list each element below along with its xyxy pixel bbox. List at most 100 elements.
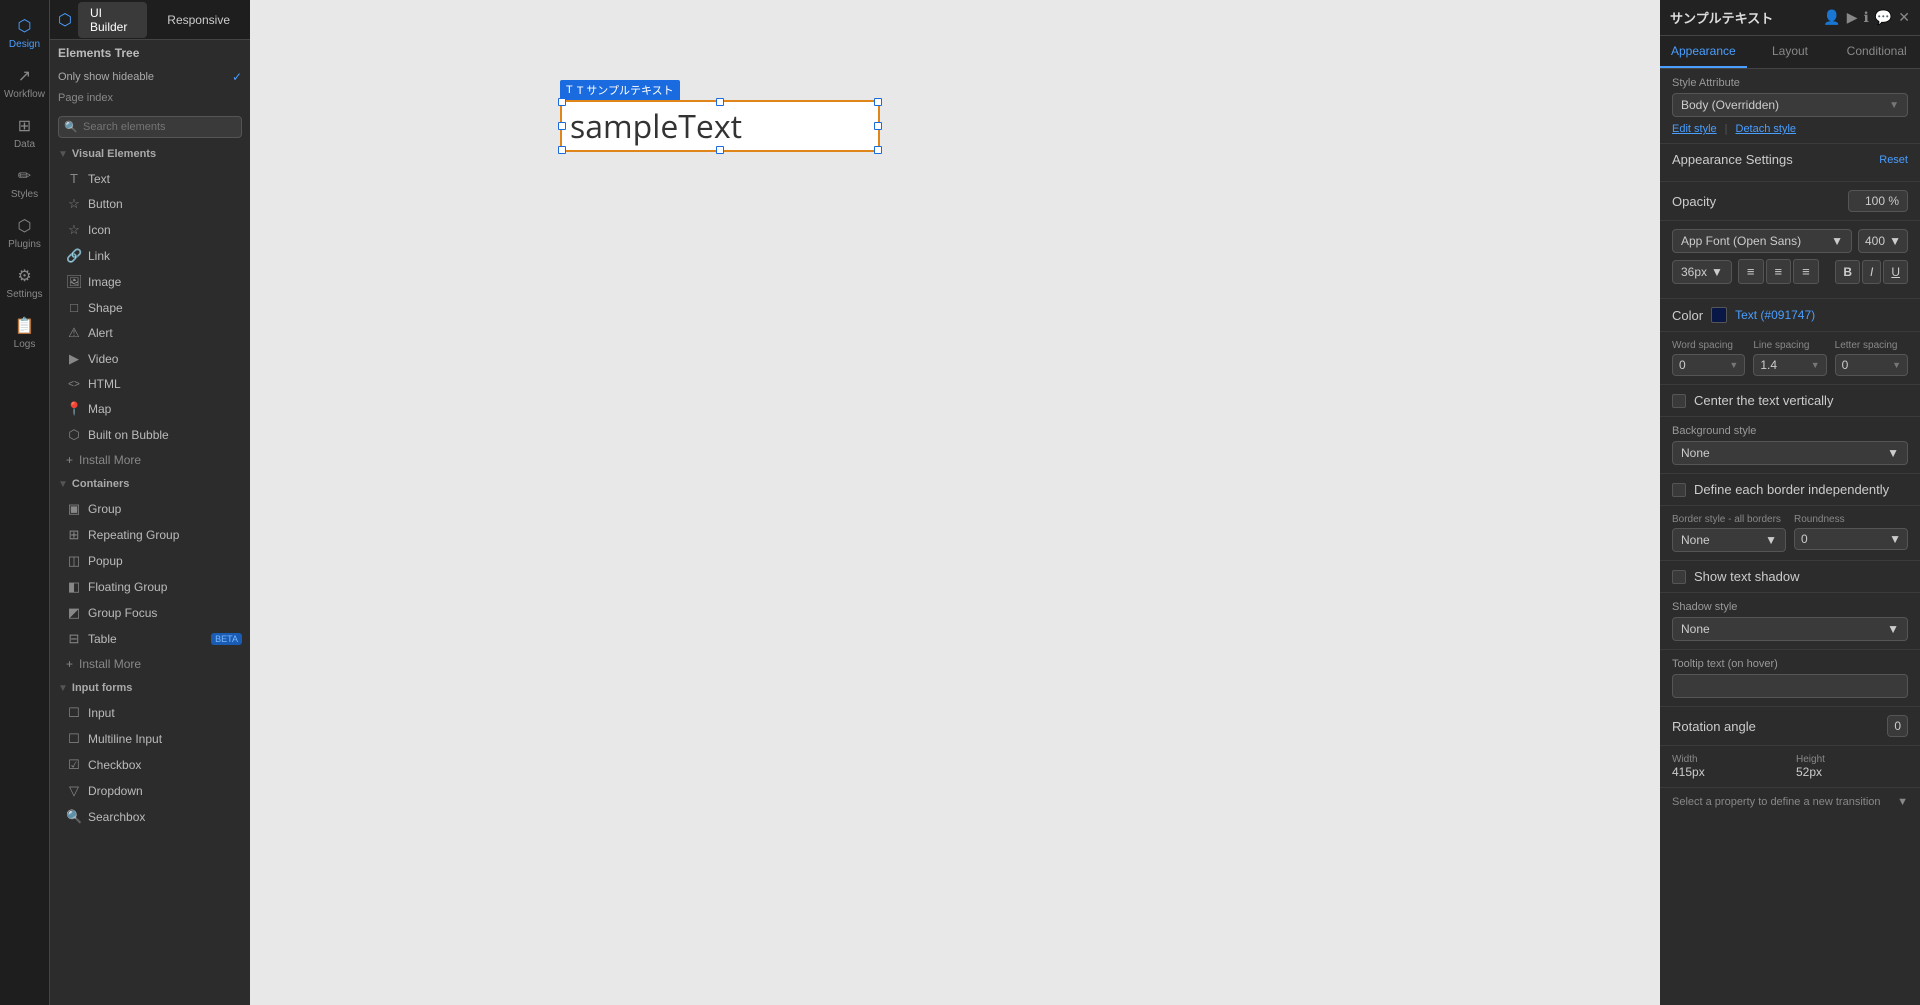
element-input[interactable]: ☐ Input <box>50 700 250 726</box>
element-link[interactable]: 🔗 Link <box>50 243 250 269</box>
dropdown-icon: ▽ <box>66 783 82 799</box>
define-border-checkbox[interactable] <box>1672 483 1686 497</box>
element-multiline-input[interactable]: ☐ Multiline Input <box>50 726 250 752</box>
button-icon: ☆ <box>66 196 82 212</box>
shadow-style-dropdown[interactable]: None ▼ <box>1672 617 1908 641</box>
opacity-input[interactable]: 100 % <box>1848 190 1908 212</box>
handle-bc[interactable] <box>716 146 724 154</box>
play-icon[interactable]: ▶ <box>1847 9 1858 26</box>
font-size-select[interactable]: 36px ▼ <box>1672 260 1732 284</box>
show-shadow-checkbox[interactable] <box>1672 570 1686 584</box>
handle-br[interactable] <box>874 146 882 154</box>
element-alert[interactable]: ⚠ Alert <box>50 320 250 346</box>
element-map[interactable]: 📍 Map <box>50 396 250 422</box>
handle-ml[interactable] <box>558 122 566 130</box>
detach-style-link[interactable]: Detach style <box>1736 123 1797 135</box>
element-text[interactable]: T Text <box>50 166 250 191</box>
element-button[interactable]: ☆ Button <box>50 191 250 217</box>
rotation-input[interactable]: 0 <box>1887 715 1908 737</box>
border-style-dropdown[interactable]: None ▼ <box>1672 528 1786 552</box>
center-vertical-row[interactable]: Center the text vertically <box>1672 393 1908 408</box>
elements-tree-header: Elements Tree <box>50 40 250 66</box>
show-shadow-row[interactable]: Show text shadow <box>1672 569 1908 584</box>
nav-settings[interactable]: ⚙ Settings <box>0 258 49 308</box>
element-group-focus[interactable]: ◩ Group Focus <box>50 600 250 626</box>
element-group[interactable]: ▣ Group <box>50 496 250 522</box>
letter-spacing-label: Letter spacing <box>1835 340 1908 351</box>
nav-design[interactable]: ⬡ Design <box>0 8 49 58</box>
element-icon[interactable]: ☆ Icon <box>50 217 250 243</box>
align-right-button[interactable]: ≡ <box>1793 259 1819 284</box>
element-repeating-group[interactable]: ⊞ Repeating Group <box>50 522 250 548</box>
rotation-row: Rotation angle 0 <box>1672 715 1908 737</box>
define-border-row[interactable]: Define each border independently <box>1672 482 1908 497</box>
handle-bl[interactable] <box>558 146 566 154</box>
install-more-visual[interactable]: + Install More <box>50 448 250 472</box>
element-image[interactable]: 🖼 Image <box>50 269 250 295</box>
main-canvas[interactable]: T T サンプルテキスト sampleText <box>250 0 1660 1005</box>
handle-mr[interactable] <box>874 122 882 130</box>
underline-button[interactable]: U <box>1883 260 1908 284</box>
font-weight-select[interactable]: 400 ▼ <box>1858 229 1908 253</box>
bg-style-dropdown[interactable]: None ▼ <box>1672 441 1908 465</box>
page-index[interactable]: Page index <box>50 88 250 112</box>
tab-ui-builder[interactable]: UI Builder <box>78 2 147 38</box>
search-box: 🔍 <box>58 116 242 138</box>
element-built-on-bubble[interactable]: ⬡ Built on Bubble <box>50 422 250 448</box>
style-attribute-dropdown[interactable]: Body (Overridden) ▼ <box>1672 93 1908 117</box>
letter-spacing-input[interactable]: 0 ▼ <box>1835 354 1908 376</box>
element-html[interactable]: <> HTML <box>50 372 250 396</box>
tab-responsive[interactable]: Responsive <box>155 9 242 31</box>
shadow-style-arrow: ▼ <box>1887 622 1899 636</box>
containers-header[interactable]: ▼ Containers <box>50 472 250 496</box>
user-icon[interactable]: 👤 <box>1823 9 1840 26</box>
font-family-select[interactable]: App Font (Open Sans) ▼ <box>1672 229 1852 253</box>
visual-elements-header[interactable]: ▼ Visual Elements <box>50 142 250 166</box>
element-popup[interactable]: ◫ Popup <box>50 548 250 574</box>
word-spacing-input[interactable]: 0 ▼ <box>1672 354 1745 376</box>
italic-button[interactable]: I <box>1862 260 1881 284</box>
center-vertical-checkbox[interactable] <box>1672 394 1686 408</box>
align-left-button[interactable]: ≡ <box>1738 259 1764 284</box>
tab-appearance[interactable]: Appearance <box>1660 36 1747 68</box>
text-element-box[interactable]: sampleText <box>560 100 880 152</box>
elements-tree-panel: ⬡ UI Builder Responsive Elements Tree On… <box>50 0 250 1005</box>
element-floating-group[interactable]: ◧ Floating Group <box>50 574 250 600</box>
nav-workflow[interactable]: ↗ Workflow <box>0 58 49 108</box>
line-spacing-input[interactable]: 1.4 ▼ <box>1753 354 1826 376</box>
input-forms-header[interactable]: ▼ Input forms <box>50 676 250 700</box>
handle-tc[interactable] <box>716 98 724 106</box>
toggle-containers-icon: ▼ <box>58 479 68 490</box>
element-checkbox[interactable]: ☑ Checkbox <box>50 752 250 778</box>
nav-styles[interactable]: ✏ Styles <box>0 158 49 208</box>
close-icon[interactable]: ✕ <box>1898 9 1910 26</box>
install-more-containers[interactable]: + Install More <box>50 652 250 676</box>
chat-icon[interactable]: 💬 <box>1875 9 1892 26</box>
nav-data[interactable]: ⊞ Data <box>0 108 49 158</box>
only-show-hideable[interactable]: Only show hideable ✓ <box>50 66 250 88</box>
element-video[interactable]: ▶ Video <box>50 346 250 372</box>
bold-button[interactable]: B <box>1835 260 1860 284</box>
element-shape[interactable]: □ Shape <box>50 295 250 320</box>
tab-conditional[interactable]: Conditional <box>1833 36 1920 68</box>
transition-row[interactable]: Select a property to define a new transi… <box>1660 788 1920 816</box>
edit-style-link[interactable]: Edit style <box>1672 123 1717 135</box>
align-center-button[interactable]: ≡ <box>1766 259 1792 284</box>
nav-logs[interactable]: 📋 Logs <box>0 308 49 358</box>
color-value[interactable]: Text (#091747) <box>1735 308 1815 322</box>
install-more-visual-icon: + <box>66 453 73 467</box>
tooltip-input[interactable] <box>1672 674 1908 698</box>
element-searchbox[interactable]: 🔍 Searchbox <box>50 804 250 830</box>
reset-button[interactable]: Reset <box>1879 154 1908 166</box>
color-swatch[interactable] <box>1711 307 1727 323</box>
width-value: 415px <box>1672 765 1784 779</box>
element-dropdown[interactable]: ▽ Dropdown <box>50 778 250 804</box>
info-icon[interactable]: ℹ <box>1864 9 1869 26</box>
roundness-input[interactable]: 0 ▼ <box>1794 528 1908 550</box>
search-input[interactable] <box>58 116 242 138</box>
nav-plugins[interactable]: ⬡ Plugins <box>0 208 49 258</box>
tab-layout[interactable]: Layout <box>1747 36 1834 68</box>
element-table[interactable]: ⊟ Table BETA <box>50 626 250 652</box>
handle-tr[interactable] <box>874 98 882 106</box>
handle-tl[interactable] <box>558 98 566 106</box>
